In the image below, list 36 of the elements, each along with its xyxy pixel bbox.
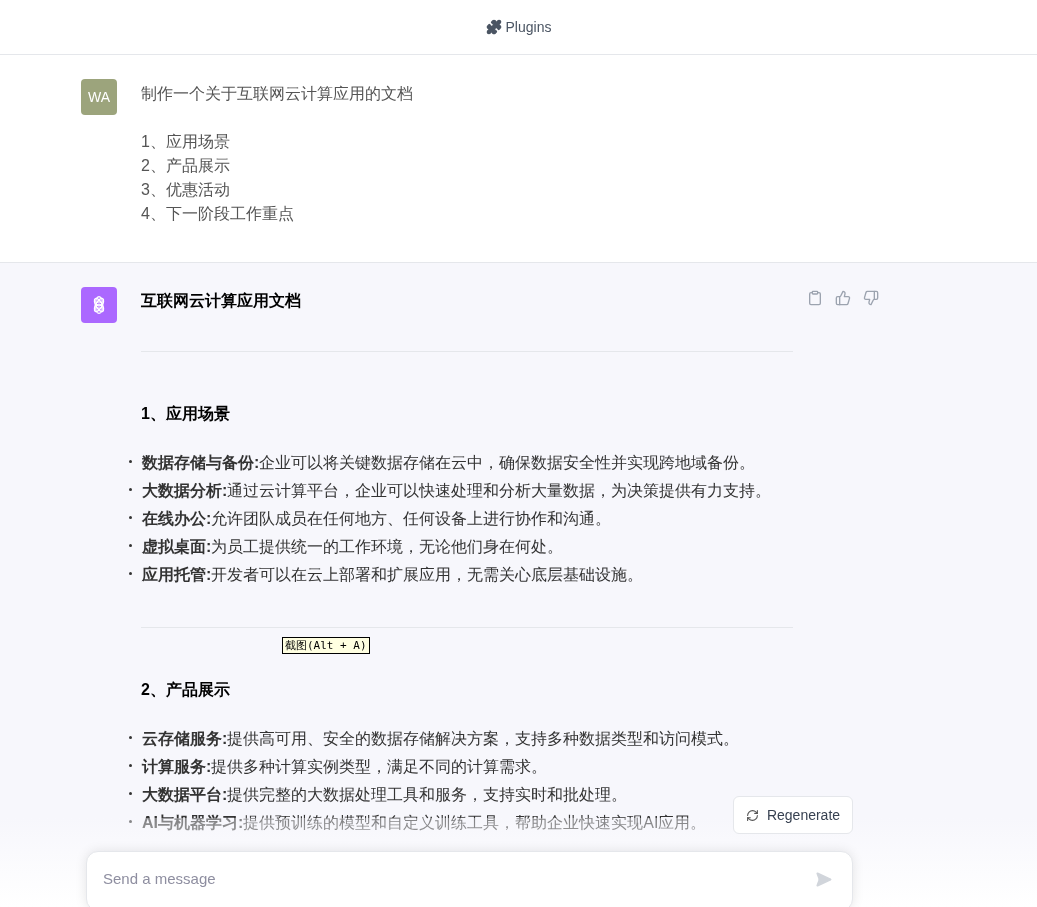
regenerate-button[interactable]: Regenerate [733,796,853,834]
message-text: 制作一个关于互联网云计算应用的文档 [141,84,413,104]
bullet-text: 计算服务:提供多种计算实例类型，满足不同的计算需求。 [142,757,548,777]
thumbs-up-icon[interactable] [835,290,851,306]
bullet-text: 云存储服务:提供高可用、安全的数据存储解决方案，支持多种数据类型和访问模式。 [142,729,740,749]
bullet-icon [129,460,132,463]
section-heading: 1、应用场景 [141,404,231,424]
bullet-icon [129,544,132,547]
bullet-icon [129,764,132,767]
bullet-icon [129,488,132,491]
user-avatar: WA [81,79,117,115]
bullet-text: 在线办公:允许团队成员在任何地方、任何设备上进行协作和沟通。 [142,509,612,529]
bullet-text: 大数据分析:通过云计算平台，企业可以快速处理和分析大量数据，为决策提供有力支持。 [142,481,772,501]
response-title: 互联网云计算应用文档 [141,291,302,311]
puzzle-icon [485,19,502,35]
bullet-icon [129,516,132,519]
message-input[interactable]: Send a message [86,851,853,907]
thumbs-down-icon[interactable] [863,290,879,306]
list-item-text: 4、下一阶段工作重点 [141,204,295,224]
bullet-text: 大数据平台:提供完整的大数据处理工具和服务，支持实时和批处理。 [142,785,628,805]
bullet-icon [129,792,132,795]
bullet-text: 应用托管:开发者可以在云上部署和扩展应用，无需关心底层基础设施。 [142,565,644,585]
header-title: Plugins [505,17,552,37]
screenshot-tooltip: 截图(Alt + A) [282,637,370,654]
bullet-text: 数据存储与备份:企业可以将关键数据存储在云中，确保数据安全性并实现跨地域备份。 [142,453,756,473]
bullet-icon [129,736,132,739]
copy-icon[interactable] [807,290,823,306]
send-icon[interactable] [815,871,832,888]
list-item-text: 1、应用场景 [141,132,231,152]
bullet-text: AI与机器学习:提供预训练的模型和自定义训练工具，帮助企业快速实现AI应用。 [142,813,707,833]
list-item-text: 2、产品展示 [141,156,231,176]
bullet-icon [129,572,132,575]
list-item-text: 3、优惠活动 [141,180,231,200]
bullet-text: 虚拟桌面:为员工提供统一的工作环境，无论他们身在何处。 [142,537,564,557]
section-heading: 2、产品展示 [141,680,231,700]
refresh-icon [745,808,759,822]
